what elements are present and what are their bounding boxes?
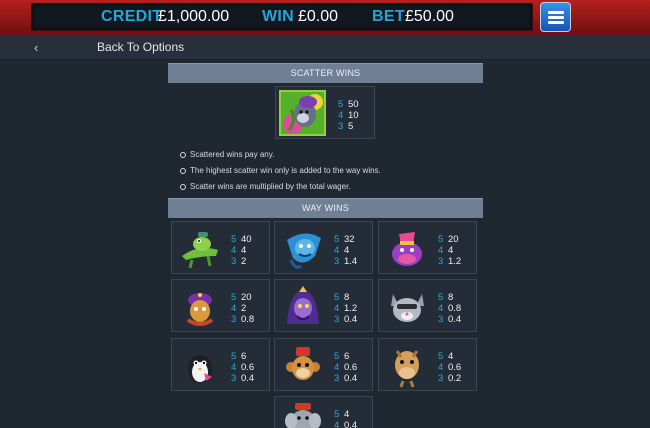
- symbol-pays: 56 4 0.6 3 0.4: [231, 351, 254, 384]
- top-bar: CREDIT £1,000.00 WIN £0.00 BET £50.00: [0, 0, 650, 35]
- pay-row: 3 0.4: [334, 373, 358, 384]
- symbol-tile: 56 4 0.6 3 0.4: [171, 338, 270, 391]
- pay-row: 35: [338, 121, 354, 132]
- pay-row: 44: [334, 245, 350, 256]
- pay-row: 4 1.2: [334, 303, 358, 314]
- chevron-left-icon[interactable]: ‹: [34, 40, 38, 55]
- pay-row: 5 50: [338, 99, 359, 110]
- pay-row: 5 20: [231, 292, 252, 303]
- pay-row: 3 1.4: [334, 256, 358, 267]
- pay-row: 4 10: [338, 110, 359, 121]
- camel-icon: [385, 343, 430, 388]
- pay-row: 5 20: [438, 234, 459, 245]
- symbol-tile: 5 40 44 32: [171, 221, 270, 274]
- symbol-pays: 5 20 42 3 0.8: [231, 292, 254, 325]
- way-wins-header: WAY WINS: [168, 198, 483, 218]
- symbol-pays: 58 4 1.2 3 0.4: [334, 292, 357, 325]
- blue-genie-icon: [281, 226, 326, 271]
- pay-row: 44: [438, 245, 454, 256]
- symbol-tile: 56 4 0.6 3 0.4: [274, 338, 373, 391]
- purple-sorcerer-icon: [281, 284, 326, 329]
- pay-row: 3 0.4: [231, 373, 255, 384]
- crocodile-icon: [178, 226, 223, 271]
- symbol-tile: 58 4 0.8 3 0.4: [378, 279, 477, 332]
- hamburger-menu-icon[interactable]: [540, 2, 571, 32]
- pay-row: 3 0.4: [334, 314, 358, 325]
- pay-row: 58: [438, 292, 454, 303]
- symbol-tile: 54 4 0.4: [274, 396, 373, 428]
- pay-row: 58: [334, 292, 350, 303]
- symbol-tile: 5 20 42 3 0.8: [171, 279, 270, 332]
- scatter-symbol-tile: 5 50 4 10 35: [275, 86, 375, 139]
- symbol-pays: 56 4 0.6 3 0.4: [334, 351, 357, 384]
- symbol-tile: 58 4 1.2 3 0.4: [274, 279, 373, 332]
- win-label: WIN: [262, 8, 295, 25]
- pay-row: 4 0.6: [438, 362, 462, 373]
- note-item: Scatter wins are multiplied by the total…: [180, 182, 381, 198]
- pay-row: 3 0.4: [438, 314, 462, 325]
- pay-row: 44: [231, 245, 247, 256]
- pay-row: 54: [334, 409, 350, 420]
- symbol-pays: 5 20 44 3 1.2: [438, 234, 461, 267]
- symbol-pays: 54 4 0.6 3 0.2: [438, 351, 461, 384]
- back-to-options-button[interactable]: ‹ Back To Options: [0, 35, 650, 60]
- symbol-pays: 54 4 0.4: [334, 409, 357, 428]
- win-value: £0.00: [298, 8, 339, 25]
- elephant-icon: [281, 401, 326, 428]
- symbol-tile: 5 32 44 3 1.4: [274, 221, 373, 274]
- pay-row: 56: [231, 351, 247, 362]
- monkey-fez-icon: [281, 343, 326, 388]
- symbol-pays: 5 32 44 3 1.4: [334, 234, 357, 267]
- pay-row: 5 40: [231, 234, 252, 245]
- note-item: The highest scatter win only is added to…: [180, 166, 381, 182]
- bet-value: £50.00: [405, 8, 454, 25]
- pay-row: 42: [231, 303, 247, 314]
- pay-row: 4 0.6: [231, 362, 255, 373]
- pay-row: 4 0.8: [438, 303, 462, 314]
- scatter-genie-monkey-icon: [279, 90, 326, 136]
- note-item: Scattered wins pay any.: [180, 150, 381, 166]
- balance-panel: CREDIT £1,000.00 WIN £0.00 BET £50.00: [31, 3, 533, 31]
- pay-row: 3 0.8: [231, 314, 255, 325]
- pay-row: 4 0.4: [334, 420, 358, 428]
- pay-row: 4 0.6: [334, 362, 358, 373]
- pay-row: 32: [231, 256, 247, 267]
- pay-row: 5 32: [334, 234, 355, 245]
- symbol-pays: 58 4 0.8 3 0.4: [438, 292, 461, 325]
- scatter-pays: 5 50 4 10 35: [338, 99, 359, 132]
- purple-hippo-icon: [385, 226, 430, 271]
- pay-row: 3 1.2: [438, 256, 462, 267]
- pay-row: 56: [334, 351, 350, 362]
- back-to-options-label[interactable]: Back To Options: [97, 40, 184, 54]
- credit-label: CREDIT: [101, 8, 163, 25]
- pay-row: 3 0.2: [438, 373, 462, 384]
- grey-cat-icon: [385, 284, 430, 329]
- scatter-wins-header: SCATTER WINS: [168, 63, 483, 83]
- bet-label: BET: [372, 8, 405, 25]
- symbol-pays: 5 40 44 32: [231, 234, 252, 267]
- credit-value: £1,000.00: [158, 8, 230, 25]
- camel-rider-icon: [178, 284, 223, 329]
- penguin-icon: [178, 343, 223, 388]
- scatter-notes: Scattered wins pay any. The highest scat…: [180, 150, 381, 198]
- pay-row: 54: [438, 351, 454, 362]
- symbol-tile: 5 20 44 3 1.2: [378, 221, 477, 274]
- symbol-tile: 54 4 0.6 3 0.2: [378, 338, 477, 391]
